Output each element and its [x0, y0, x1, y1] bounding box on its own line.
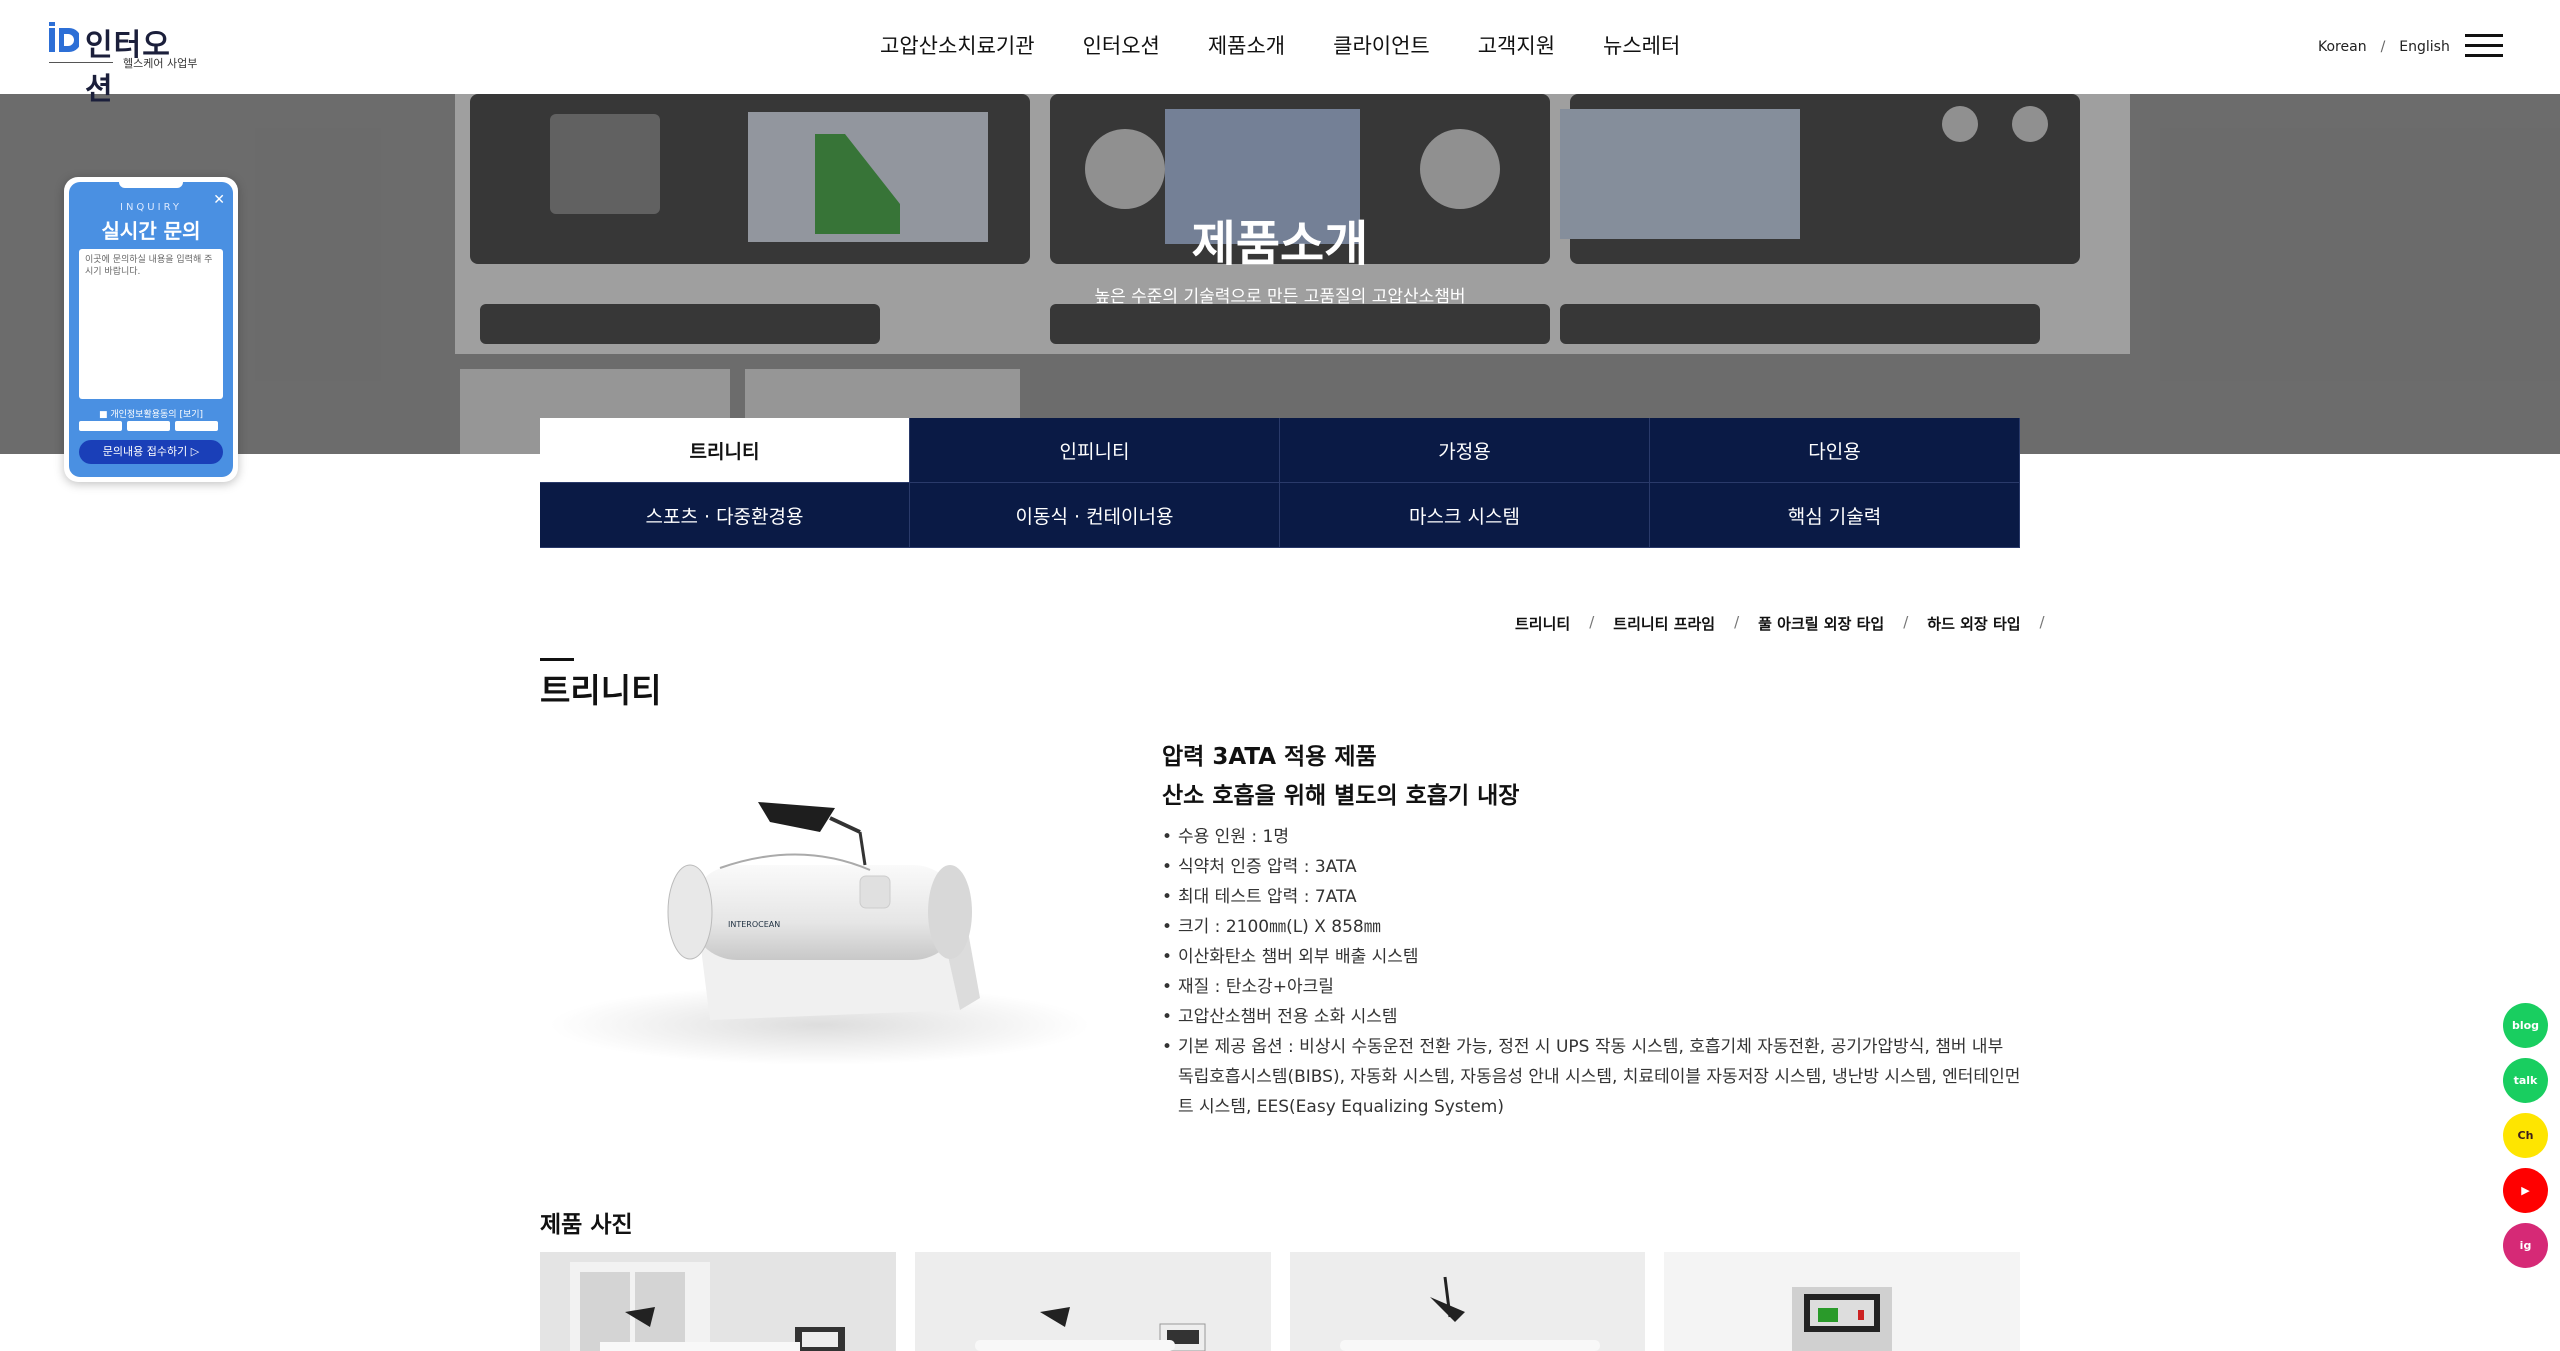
product-photo-3[interactable]: [1289, 1252, 1646, 1351]
nav-item-hbot-centers[interactable]: 고압산소치료기관: [880, 30, 1035, 60]
section-title: 트리니티: [540, 671, 662, 710]
spec-item: 고압산소챔버 전용 소화 시스템: [1162, 1002, 2022, 1032]
logo-subtitle: 헬스케어 사업부: [123, 57, 198, 70]
model-link-full-acrylic[interactable]: 풀 아크릴 외장 타입: [1758, 613, 1884, 634]
logo-divider: [49, 62, 113, 63]
hero-title: 제품소개: [1191, 216, 1369, 272]
site-header: 인터오션 헬스케어 사업부 고압산소치료기관 인터오션 제품소개 클라이언트 고…: [0, 0, 2560, 107]
product-brand-label: INTEROCEAN: [728, 920, 780, 929]
photos-title: 제품 사진: [540, 1212, 633, 1238]
blog-icon[interactable]: blog: [2503, 1003, 2548, 1048]
phone-notch: [119, 180, 183, 188]
main-nav: 고압산소치료기관 인터오션 제품소개 클라이언트 고객지원 뉴스레터: [880, 30, 1728, 60]
lang-separator: /: [2380, 39, 2386, 55]
logo-mark-icon: [49, 22, 79, 52]
inquiry-submit-label: 문의내용 접수하기: [102, 445, 188, 458]
youtube-icon[interactable]: ▶: [2503, 1168, 2548, 1213]
hamburger-menu-icon[interactable]: [2465, 34, 2503, 58]
product-headline-2: 산소 호흡을 위해 별도의 호흡기 내장: [1162, 783, 1520, 809]
nav-item-newsletter[interactable]: 뉴스레터: [1603, 30, 1680, 60]
privacy-agree-label: 개인정보활용동의 [보기]: [110, 410, 204, 420]
tab-home[interactable]: 가정용: [1280, 418, 1650, 483]
product-image: INTEROCEAN: [550, 802, 1090, 1065]
nav-item-support[interactable]: 고객지원: [1478, 30, 1555, 60]
spec-item: 수용 인원 : 1명: [1162, 822, 2022, 852]
inquiry-field-2[interactable]: [127, 421, 170, 431]
social-links: blog talk Ch ▶ ig: [2503, 1003, 2548, 1268]
product-headline-1: 압력 3ATA 적용 제품: [1162, 744, 1377, 770]
spec-item: 재질 : 탄소강+아크릴: [1162, 972, 2022, 1002]
tab-mask-system[interactable]: 마스크 시스템: [1280, 483, 1650, 548]
spec-item: 최대 테스트 압력 : 7ATA: [1162, 882, 2022, 912]
model-link-separator: /: [1589, 613, 1595, 631]
nav-item-products[interactable]: 제품소개: [1208, 30, 1285, 60]
hero-subtitle: 높은 수준의 기술력으로 만든 고품질의 고압산소챔버: [1094, 287, 1466, 307]
instagram-icon[interactable]: ig: [2503, 1223, 2548, 1268]
youtube-label: ▶: [2521, 1184, 2530, 1197]
kakao-channel-icon[interactable]: Ch: [2503, 1113, 2548, 1158]
inquiry-textarea[interactable]: 이곳에 문의하실 내용을 입력해 주시기 바랍니다.: [79, 249, 223, 399]
inquiry-submit-button[interactable]: 문의내용 접수하기 ▷: [79, 440, 223, 464]
talk-icon[interactable]: talk: [2503, 1058, 2548, 1103]
lang-english[interactable]: English: [2399, 39, 2450, 55]
inquiry-panel: ✕ INQUIRY 실시간 문의 이곳에 문의하실 내용을 입력해 주시기 바랍…: [69, 180, 233, 477]
tab-mobile-container[interactable]: 이동식 · 컨테이너용: [910, 483, 1280, 548]
lang-korean[interactable]: Korean: [2318, 39, 2367, 55]
inquiry-field-1[interactable]: [79, 421, 122, 431]
instagram-label: ig: [2519, 1239, 2532, 1252]
inquiry-field-3[interactable]: [175, 421, 218, 431]
spec-item: 크기 : 2100㎜(L) X 858㎜: [1162, 912, 2022, 942]
tab-trinity[interactable]: 트리니티: [540, 418, 910, 483]
spec-item: 이산화탄소 챔버 외부 배출 시스템: [1162, 942, 2022, 972]
model-link-trinity[interactable]: 트리니티: [1515, 613, 1570, 634]
product-spec-list: 수용 인원 : 1명 식약처 인증 압력 : 3ATA 최대 테스트 압력 : …: [1162, 822, 2022, 1122]
language-switch: Korean / English: [2318, 39, 2450, 55]
model-link-separator: /: [1734, 613, 1740, 631]
inquiry-label: INQUIRY: [120, 202, 182, 213]
product-photo-4[interactable]: [1664, 1252, 2020, 1351]
tab-infinity[interactable]: 인피니티: [910, 418, 1280, 483]
spec-item: 기본 제공 옵션 : 비상시 수동운전 전환 가능, 정전 시 UPS 작동 시…: [1162, 1032, 2022, 1122]
inquiry-widget: ✕ INQUIRY 실시간 문의 이곳에 문의하실 내용을 입력해 주시기 바랍…: [64, 177, 238, 482]
spec-item: 식약처 인증 압력 : 3ATA: [1162, 852, 2022, 882]
hero-banner: 제품소개 높은 수준의 기술력으로 만든 고품질의 고압산소챔버: [0, 94, 2560, 454]
model-link-trinity-prime[interactable]: 트리니티 프라임: [1613, 613, 1715, 634]
product-photo-gallery: [540, 1252, 2020, 1351]
inquiry-title: 실시간 문의: [101, 219, 201, 243]
model-link-separator: /: [1903, 613, 1909, 631]
site-logo[interactable]: 인터오션 헬스케어 사업부: [49, 20, 199, 107]
inquiry-fields: [79, 421, 218, 431]
hero-overlay: [0, 94, 2560, 454]
kakao-channel-label: Ch: [2517, 1129, 2534, 1142]
model-links: 트리니티 / 트리니티 프라임 / 풀 아크릴 외장 타입 / 하드 외장 타입…: [1515, 613, 2064, 634]
product-photo-2[interactable]: [914, 1252, 1271, 1351]
product-photo-1[interactable]: [540, 1252, 896, 1351]
model-link-separator: /: [2039, 613, 2045, 631]
nav-item-interocean[interactable]: 인터오션: [1083, 30, 1160, 60]
tab-core-technology[interactable]: 핵심 기술력: [1650, 483, 2020, 548]
model-link-hard-shell[interactable]: 하드 외장 타입: [1927, 613, 2020, 634]
section-title-accent: [540, 658, 574, 661]
talk-label: talk: [2513, 1074, 2538, 1087]
blog-label: blog: [2511, 1019, 2540, 1032]
privacy-agree-checkbox[interactable]: ■ 개인정보활용동의 [보기]: [69, 407, 233, 420]
tab-multi-person[interactable]: 다인용: [1650, 418, 2020, 483]
tab-sports[interactable]: 스포츠 · 다중환경용: [540, 483, 910, 548]
nav-item-clients[interactable]: 클라이언트: [1333, 30, 1430, 60]
product-tabs: 트리니티 인피니티 가정용 다인용 스포츠 · 다중환경용 이동식 · 컨테이너…: [540, 418, 2020, 548]
